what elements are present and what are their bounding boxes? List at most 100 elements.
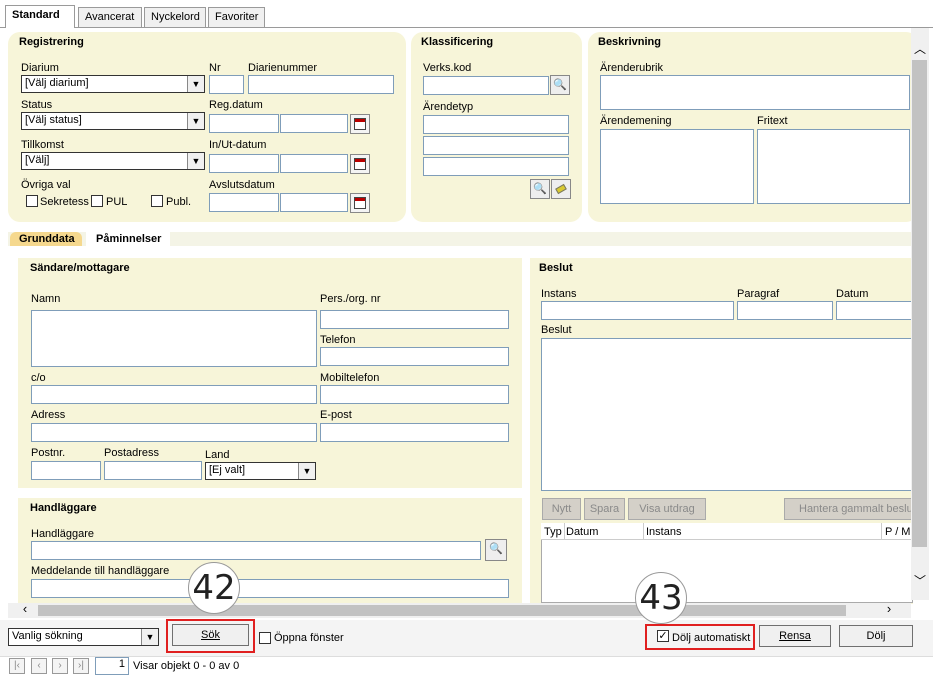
tillkomst-value: [Välj] — [25, 154, 50, 166]
subtab-grunddata[interactable]: Grunddata — [10, 232, 82, 246]
nytt-button[interactable]: Nytt — [542, 498, 581, 520]
col-typ[interactable]: Typ — [544, 526, 562, 538]
nr-input[interactable] — [209, 75, 244, 94]
top-border-line — [0, 27, 933, 28]
vertical-scroll-thumb[interactable] — [912, 60, 927, 547]
calendar-icon — [354, 118, 366, 130]
last-page-button[interactable]: ›| — [73, 658, 89, 674]
paragraf-input[interactable] — [737, 301, 833, 320]
step-marker-43: 43 — [635, 572, 687, 624]
pul-checkbox[interactable] — [91, 195, 103, 207]
search-icon: 🔍 — [533, 183, 547, 195]
regdatum-calendar-button[interactable] — [350, 114, 370, 134]
tab-standard[interactable]: Standard — [5, 5, 75, 28]
mobil-input[interactable] — [320, 385, 509, 404]
diarium-label: Diarium — [21, 62, 59, 74]
meddelande-label: Meddelande till handläggare — [31, 565, 170, 577]
regdatum-from-input[interactable] — [209, 114, 279, 133]
postnr-input[interactable] — [31, 461, 101, 480]
subtab-paminnelser[interactable]: Påminnelser — [86, 232, 170, 246]
eraser-icon — [555, 183, 567, 195]
spara-button[interactable]: Spara — [584, 498, 625, 520]
verkskod-search-button[interactable]: 🔍 — [550, 75, 570, 95]
postadress-input[interactable] — [104, 461, 202, 480]
search-icon: 🔍 — [489, 543, 503, 555]
inut-from-input[interactable] — [209, 154, 279, 173]
arendetyp-input-2[interactable] — [423, 136, 569, 155]
epost-label: E-post — [320, 409, 352, 421]
adress-label: Adress — [31, 409, 66, 421]
scroll-up-icon[interactable]: ︿ — [911, 40, 929, 58]
arendemening-textarea[interactable] — [600, 129, 754, 204]
col-divider — [643, 523, 644, 540]
oppna-fonster-checkbox[interactable] — [259, 632, 271, 644]
rensa-button[interactable]: Rensa — [759, 625, 831, 647]
search-mode-value: Vanlig sökning — [12, 630, 83, 642]
scroll-down-icon[interactable]: ﹀ — [911, 572, 929, 590]
arendetyp-input-1[interactable] — [423, 115, 569, 134]
beslut-label: Beslut — [541, 324, 572, 336]
tab-avancerat[interactable]: Avancerat — [78, 7, 142, 27]
tab-favoriter[interactable]: Favoriter — [208, 7, 265, 27]
first-page-button[interactable]: |‹ — [9, 658, 25, 674]
scroll-right-icon[interactable]: › — [882, 601, 896, 617]
publ-checkbox[interactable] — [151, 195, 163, 207]
tab-nyckelord[interactable]: Nyckelord — [144, 7, 206, 27]
chevron-down-icon: ▼ — [187, 113, 204, 129]
arendetyp-input-3[interactable] — [423, 157, 569, 176]
scroll-left-icon[interactable]: ‹ — [18, 601, 32, 617]
col-divider — [564, 523, 565, 540]
arendetyp-search-button[interactable]: 🔍 — [530, 179, 550, 199]
meddelande-input[interactable] — [31, 579, 509, 598]
inut-to-input[interactable] — [280, 154, 348, 173]
postnr-label: Postnr. — [31, 447, 66, 459]
telefon-input[interactable] — [320, 347, 509, 366]
visa-utdrag-button[interactable]: Visa utdrag — [628, 498, 706, 520]
page-input[interactable]: 1 — [95, 657, 129, 675]
search-mode-select[interactable]: Vanlig sökning ▼ — [8, 628, 159, 646]
epost-input[interactable] — [320, 423, 509, 442]
arenderubrik-input[interactable] — [600, 75, 910, 110]
avslut-to-input[interactable] — [280, 193, 348, 212]
datum-input[interactable] — [836, 301, 913, 320]
col-pm[interactable]: P / M — [885, 526, 910, 538]
avslut-from-input[interactable] — [209, 193, 279, 212]
next-page-button[interactable]: › — [52, 658, 68, 674]
regdatum-to-input[interactable] — [280, 114, 348, 133]
pul-label: PUL — [106, 196, 128, 208]
land-select[interactable]: [Ej valt] ▼ — [205, 462, 316, 480]
prev-page-button[interactable]: ‹ — [31, 658, 47, 674]
beslut-title: Beslut — [539, 262, 573, 274]
status-value: [Välj status] — [25, 114, 82, 126]
dolj-button[interactable]: Dölj — [839, 625, 913, 647]
status-select[interactable]: [Välj status] ▼ — [21, 112, 205, 130]
handlaggare-search-button[interactable]: 🔍 — [485, 539, 507, 561]
inut-calendar-button[interactable] — [350, 154, 370, 174]
co-input[interactable] — [31, 385, 317, 404]
pers-input[interactable] — [320, 310, 509, 329]
chevron-down-icon: ▼ — [298, 463, 315, 479]
hantera-gammalt-beslut-button[interactable]: Hantera gammalt beslut — [784, 498, 913, 520]
col-divider — [881, 523, 882, 540]
namn-textarea[interactable] — [31, 310, 317, 367]
sekretess-checkbox[interactable] — [26, 195, 38, 207]
ovriga-label: Övriga val — [21, 179, 71, 191]
horizontal-scroll-thumb[interactable] — [38, 605, 846, 616]
diarium-select[interactable]: [Välj diarium] ▼ — [21, 75, 205, 93]
avslut-calendar-button[interactable] — [350, 193, 370, 213]
avslut-label: Avslutsdatum — [209, 179, 275, 191]
handlaggare-input[interactable] — [31, 541, 481, 560]
chevron-down-icon: ▼ — [141, 629, 158, 645]
diarienummer-input[interactable] — [248, 75, 394, 94]
col-datum[interactable]: Datum — [566, 526, 598, 538]
adress-input[interactable] — [31, 423, 317, 442]
arendetyp-clear-button[interactable] — [551, 179, 571, 199]
beskrivning-title: Beskrivning — [598, 36, 661, 48]
fritext-textarea[interactable] — [757, 129, 910, 204]
verkskod-input[interactable] — [423, 76, 549, 95]
instans-input[interactable] — [541, 301, 734, 320]
col-instans[interactable]: Instans — [646, 526, 681, 538]
pers-label: Pers./org. nr — [320, 293, 381, 305]
beslut-textarea[interactable] — [541, 338, 913, 491]
tillkomst-select[interactable]: [Välj] ▼ — [21, 152, 205, 170]
